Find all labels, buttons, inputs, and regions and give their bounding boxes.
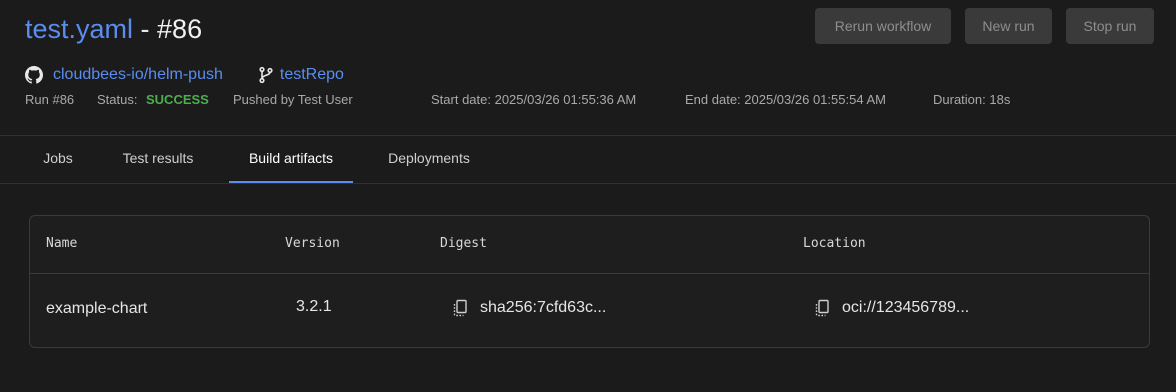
status-label: Status: [97, 92, 138, 107]
rerun-workflow-button[interactable]: Rerun workflow [815, 8, 951, 44]
workflow-run-page: test.yaml - #86 Rerun workflow New run S… [0, 0, 1176, 392]
artifact-name: example-chart [46, 300, 148, 317]
tab-test-results[interactable]: Test results [104, 136, 212, 181]
run-meta: Run #86 Status: SUCCESS Pushed by Test U… [25, 92, 1155, 110]
run-actions: Rerun workflow New run Stop run [815, 8, 1154, 44]
component-link-label: testRepo [279, 66, 344, 83]
repo-link-label: cloudbees-io/helm-push [53, 66, 223, 83]
artifacts-table: Name Version Digest Location example-cha… [29, 215, 1150, 348]
duration: Duration: 18s [933, 92, 1011, 107]
stop-run-button[interactable]: Stop run [1066, 8, 1154, 44]
status-badge: SUCCESS [146, 92, 209, 107]
git-branch-icon [257, 66, 275, 84]
run-id: Run #86 [25, 92, 75, 107]
title-separator: - [133, 14, 158, 44]
repo-link[interactable]: cloudbees-io/helm-push [25, 66, 223, 84]
page-title: test.yaml - #86 [25, 12, 202, 46]
column-header-location: Location [803, 236, 866, 251]
artifact-location-cell: oci://123456789... [812, 298, 969, 318]
artifact-digest: sha256:7cfd63c... [480, 299, 607, 316]
tab-build-artifacts[interactable]: Build artifacts [229, 136, 353, 183]
start-date: Start date: 2025/03/26 01:55:36 AM [431, 92, 637, 107]
copy-icon[interactable] [812, 298, 832, 318]
github-icon [25, 66, 43, 84]
run-number: #86 [157, 14, 203, 44]
tab-deployments[interactable]: Deployments [370, 136, 488, 181]
artifact-digest-cell: sha256:7cfd63c... [450, 298, 606, 318]
copy-icon[interactable] [450, 298, 470, 318]
pushed-by: Pushed by Test User [233, 92, 353, 107]
end-date: End date: 2025/03/26 01:55:54 AM [685, 92, 886, 107]
tab-jobs[interactable]: Jobs [26, 136, 90, 181]
column-header-digest: Digest [440, 236, 487, 251]
run-header: test.yaml - #86 Rerun workflow New run S… [0, 0, 1176, 136]
workflow-file-link[interactable]: test.yaml [25, 14, 133, 44]
artifact-version: 3.2.1 [296, 298, 332, 315]
column-header-name: Name [46, 236, 78, 251]
table-row: example-chart 3.2.1 sha256:7cfd63c... oc… [30, 274, 1149, 346]
table-header: Name Version Digest Location [30, 216, 1149, 274]
column-header-version: Version [285, 236, 340, 251]
component-link[interactable]: testRepo [257, 66, 344, 84]
artifact-location: oci://123456789... [842, 299, 970, 316]
new-run-button[interactable]: New run [965, 8, 1052, 44]
run-tabs: Jobs Test results Build artifacts Deploy… [0, 136, 1176, 184]
source-links: cloudbees-io/helm-push testRepo [25, 64, 344, 86]
